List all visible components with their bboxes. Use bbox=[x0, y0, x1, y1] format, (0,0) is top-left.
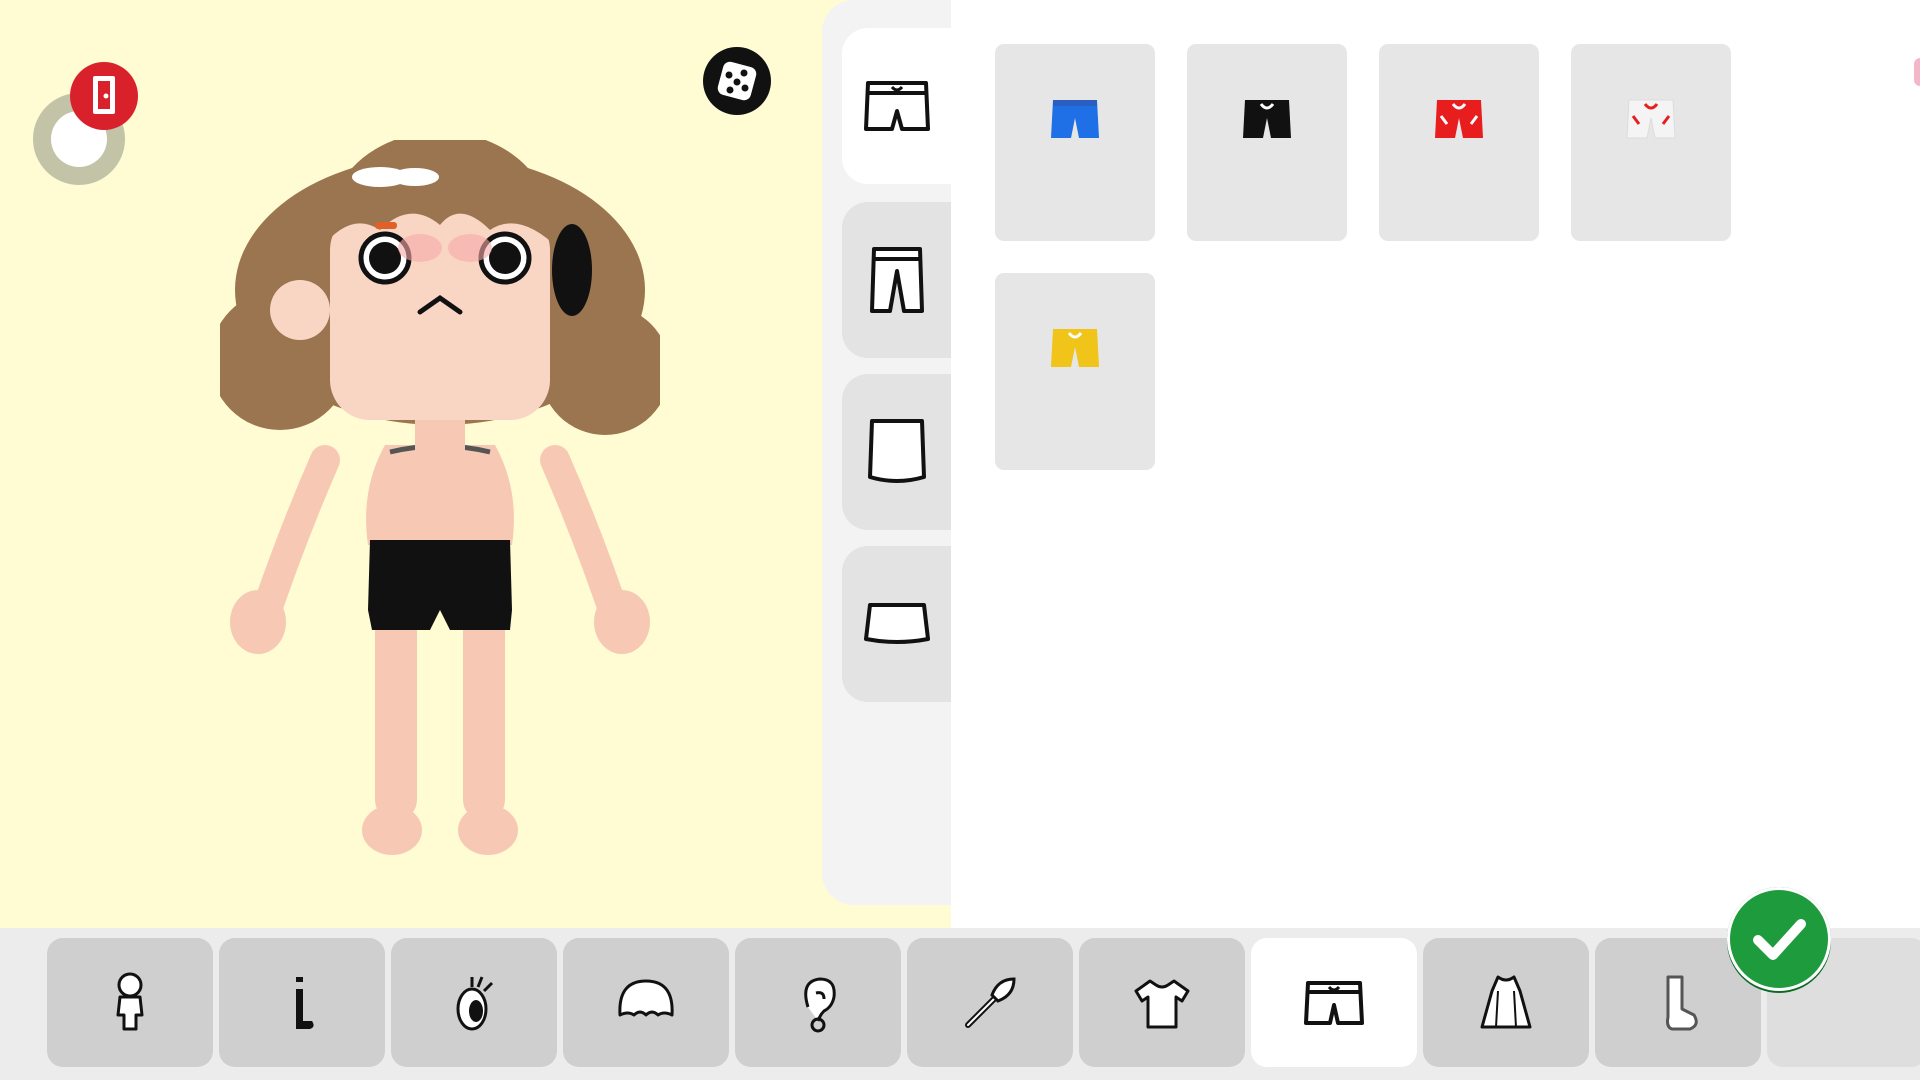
makeup-brush-icon bbox=[965, 976, 1016, 1028]
subtab-shorts[interactable] bbox=[842, 28, 951, 184]
hair-icon bbox=[618, 979, 674, 1016]
edge-indicator bbox=[1914, 58, 1920, 86]
body-icon bbox=[116, 972, 144, 1030]
tab-tops[interactable] bbox=[1079, 938, 1245, 1067]
item-white-shorts[interactable] bbox=[1571, 44, 1731, 241]
subtab-short-skirt[interactable] bbox=[842, 546, 951, 702]
item-blue-shorts[interactable] bbox=[995, 44, 1155, 241]
shorts-icon bbox=[1304, 980, 1364, 1025]
subtab-pants[interactable] bbox=[842, 202, 951, 358]
category-bar bbox=[0, 928, 1920, 1080]
item-red-shorts[interactable] bbox=[1379, 44, 1539, 241]
subcategory-panel bbox=[822, 0, 951, 905]
tab-makeup[interactable] bbox=[907, 938, 1073, 1067]
tab-dresses[interactable] bbox=[1423, 938, 1589, 1067]
item-black-shorts[interactable] bbox=[1187, 44, 1347, 241]
door-exit-icon[interactable] bbox=[68, 60, 140, 132]
shorts-icon bbox=[1626, 99, 1676, 139]
tab-ears[interactable] bbox=[735, 938, 901, 1067]
dice-icon[interactable] bbox=[702, 46, 772, 116]
shorts-icon bbox=[863, 81, 930, 131]
ear-icon bbox=[804, 976, 836, 1032]
skirt-short-icon bbox=[863, 603, 930, 644]
leg-skin-icon bbox=[296, 976, 314, 1029]
tab-hair[interactable] bbox=[563, 938, 729, 1067]
avatar-character[interactable] bbox=[220, 140, 660, 870]
shorts-icon bbox=[1435, 100, 1483, 138]
skirt-long-icon bbox=[867, 419, 926, 483]
dress-icon bbox=[1480, 975, 1532, 1028]
pants-icon bbox=[869, 247, 924, 313]
item-yellow-shorts[interactable] bbox=[995, 273, 1155, 470]
tab-eyes[interactable] bbox=[391, 938, 557, 1067]
shorts-icon bbox=[1051, 100, 1099, 138]
confirm-button[interactable] bbox=[1727, 887, 1831, 991]
tab-bottoms[interactable] bbox=[1251, 938, 1417, 1067]
eye-icon bbox=[456, 975, 494, 1030]
tab-body[interactable] bbox=[47, 938, 213, 1067]
checkmark-icon bbox=[1753, 919, 1806, 960]
shorts-icon bbox=[1243, 100, 1291, 138]
shorts-icon bbox=[1051, 329, 1099, 367]
sock-icon bbox=[1666, 975, 1698, 1030]
tab-skin[interactable] bbox=[219, 938, 385, 1067]
shirt-icon bbox=[1134, 979, 1190, 1028]
subtab-long-skirt[interactable] bbox=[842, 374, 951, 530]
character-preview[interactable] bbox=[0, 0, 951, 928]
